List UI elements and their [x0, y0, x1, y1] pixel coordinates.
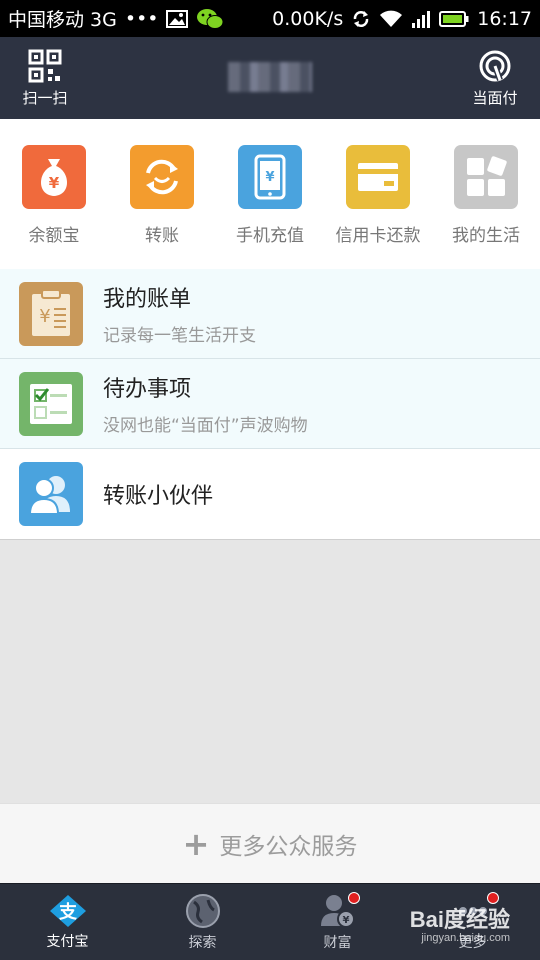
apps-icon: [454, 145, 518, 209]
scan-button[interactable]: 扫一扫: [0, 37, 90, 119]
tab-alipay[interactable]: 支 支付宝: [0, 884, 135, 960]
qr-code-icon: [28, 49, 62, 82]
svg-text:¥: ¥: [49, 174, 60, 192]
wifi-icon: [379, 10, 403, 28]
tab-wealth[interactable]: ¥ 财富: [270, 884, 405, 960]
baidu-watermark: Bai度经验: [409, 907, 510, 932]
signal-icon: [411, 10, 431, 28]
list-item-title: 我的账单: [103, 287, 192, 312]
battery-icon: [439, 10, 469, 27]
quick-action-label: 我的生活: [452, 226, 520, 246]
svg-text:支: 支: [58, 901, 78, 923]
money-bag-icon: ¥: [22, 145, 86, 209]
quick-action-label: 手机充值: [236, 226, 304, 246]
contacts-icon: [19, 462, 83, 526]
image-notification-icon: [166, 9, 189, 28]
quick-action-transfer[interactable]: 转账: [108, 119, 216, 269]
list-item-transfer-partners[interactable]: 转账小伙伴: [0, 449, 540, 540]
network-speed: 0.00K/s: [272, 7, 344, 30]
app-header: 扫一扫 当面付: [0, 37, 540, 119]
list-item-todo[interactable]: 待办事项 没网也能“当面付”声波购物: [0, 359, 540, 449]
globe-icon: [185, 894, 220, 928]
notification-dots: •••: [124, 7, 159, 30]
scan-label: 扫一扫: [22, 88, 68, 107]
status-bar: 中国移动 3G ••• 0.00K/s 16:17: [0, 0, 540, 37]
transfer-icon: [130, 145, 194, 209]
quick-action-yuebao[interactable]: ¥ 余额宝: [0, 119, 108, 269]
phone-recharge-icon: ¥: [238, 145, 302, 209]
tab-label: 支付宝: [46, 934, 89, 950]
alipay-icon: 支: [49, 895, 86, 927]
sound-wave-pay-icon: [479, 50, 511, 81]
bill-icon: ¥: [19, 281, 83, 346]
quick-action-credit-card[interactable]: 信用卡还款: [324, 119, 432, 269]
quick-action-label: 转账: [145, 226, 179, 246]
bottom-tab-bar: 支 支付宝 探索 ¥ 财富 更多 Bai度经验 jingyan.baidu.co…: [0, 883, 540, 960]
face-pay-button[interactable]: 当面付: [450, 37, 540, 119]
tab-label: 探索: [188, 935, 217, 951]
wechat-icon: [196, 8, 224, 30]
list-item-my-bill[interactable]: ¥ 我的账单 记录每一笔生活开支: [0, 269, 540, 359]
notification-dot: [348, 892, 360, 904]
clock: 16:17: [477, 7, 532, 30]
svg-text:¥: ¥: [265, 170, 274, 185]
quick-action-phone-recharge[interactable]: ¥ 手机充值: [216, 119, 324, 269]
sync-icon: [351, 9, 371, 29]
more-services-label: 更多公众服务: [219, 833, 358, 860]
face-pay-label: 当面付: [472, 88, 518, 107]
list-item-subtitle: 记录每一笔生活开支: [103, 326, 256, 346]
more-services-button[interactable]: + 更多公众服务: [0, 803, 540, 883]
svg-text:¥: ¥: [39, 306, 50, 327]
plus-icon: +: [182, 824, 210, 863]
carrier-label: 中国移动 3G: [8, 9, 117, 31]
list-item-title: 转账小伙伴: [103, 484, 214, 509]
baidu-watermark-url: jingyan.baidu.com: [421, 932, 510, 944]
svg-text:¥: ¥: [342, 915, 349, 926]
tab-explore[interactable]: 探索: [135, 884, 270, 960]
list-item-title: 待办事项: [103, 377, 192, 402]
quick-action-label: 余额宝: [28, 226, 80, 246]
credit-card-icon: [346, 145, 410, 209]
quick-action-my-life[interactable]: 我的生活: [432, 119, 540, 269]
quick-actions-grid: ¥ 余额宝 转账 ¥ 手机充值 信用卡还款 我的生活: [0, 119, 540, 269]
quick-action-label: 信用卡还款: [335, 226, 421, 246]
account-name-blurred: [228, 62, 312, 92]
todo-icon: [19, 371, 83, 436]
feature-list: ¥ 我的账单 记录每一笔生活开支 待办事项 没网也能“当面付”声波购物 转账小伙…: [0, 269, 540, 540]
tab-label: 财富: [323, 935, 352, 951]
list-item-subtitle: 没网也能“当面付”声波购物: [103, 416, 308, 436]
